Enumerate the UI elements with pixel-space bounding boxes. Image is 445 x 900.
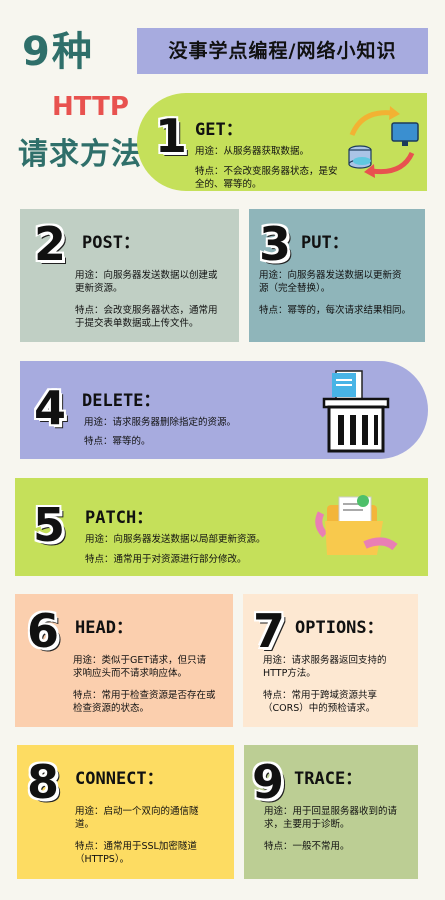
method-usage: 用途：向服务器发送数据以创建或 [75, 270, 218, 281]
method-name: HEAD： [75, 618, 133, 638]
trash-icon [322, 370, 390, 453]
method-number: 3 [259, 217, 292, 271]
method-feature: 全的、幂等的。 [195, 179, 262, 190]
method-feature: 特点：通常用于SSL加密隧道 [75, 841, 197, 852]
server-sync-icon [348, 106, 419, 178]
method-feature: 特点：幂等的。 [84, 436, 151, 447]
card-options: 7 OPTIONS： 用途：请求服务器返回支持的 HTTP方法。 特点：常用于跨… [243, 594, 418, 727]
method-feature: 特点：会改变服务器状态，通常用 [75, 305, 218, 316]
method-usage: 用途：从服务器获取数据。 [195, 146, 310, 157]
method-feature: 特点：一般不常用。 [264, 841, 350, 852]
method-name: OPTIONS： [295, 618, 384, 638]
method-feature: （CORS）中的预检请求。 [263, 703, 376, 714]
method-number: 6 [27, 604, 60, 658]
method-name: TRACE： [294, 769, 363, 789]
method-number: 9 [252, 755, 285, 809]
title-line-1: 9种 [22, 29, 94, 75]
method-name: DELETE： [82, 391, 161, 411]
title-line-3: 请求方法 [18, 137, 142, 172]
method-name: PATCH： [85, 508, 154, 528]
method-usage: 用途：向服务器发送数据以更新资 [259, 270, 402, 281]
method-usage: 源（完全替换）。 [259, 283, 331, 294]
card-get: 1 GET： 用途：从服务器获取数据。 特点：不会改变服务器状态，是安 全的、幂… [137, 93, 427, 191]
card-delete: 4 DELETE： 用途：请求服务器删除指定的资源。 特点：幂等的。 [20, 361, 428, 459]
method-name: PUT： [301, 233, 349, 253]
method-name: CONNECT： [75, 769, 164, 789]
method-feature: 特点：不会改变服务器状态，是安 [195, 166, 338, 177]
method-number: 4 [34, 381, 67, 435]
card-put: 3 PUT： 用途：向服务器发送数据以更新资 源（完全替换）。 特点：幂等的，每… [249, 209, 425, 342]
method-usage: 求，主要用于诊断。 [264, 819, 350, 830]
method-number: 5 [33, 498, 66, 552]
method-name: POST： [82, 233, 140, 253]
method-feature: 特点：常用于检查资源是否存在或 [73, 690, 216, 701]
card-patch: 5 PATCH： 用途：向服务器发送数据以局部更新资源。 特点：通常用于对资源进… [15, 478, 428, 576]
method-usage: 用途：请求服务器返回支持的 [263, 655, 387, 666]
method-feature: 于提交表单数据或上传文件。 [75, 318, 199, 329]
method-feature: 特点：常用于跨域资源共享 [263, 690, 378, 701]
card-connect: 8 CONNECT： 用途：启动一个双向的通信隧 道。 特点：通常用于SSL加密… [17, 745, 234, 879]
method-usage: 道。 [75, 819, 95, 830]
method-name: GET： [195, 120, 243, 140]
banner: 没事学点编程/网络小知识 [137, 28, 428, 74]
card-head: 6 HEAD： 用途：类似于GET请求，但只请 求响应头而不请求响应体。 特点：… [15, 594, 233, 727]
method-feature: 特点：幂等的，每次请求结果相同。 [259, 305, 412, 316]
method-feature: 检查资源的状态。 [73, 703, 150, 714]
card-post: 2 POST： 用途：向服务器发送数据以创建或 更新资源。 特点：会改变服务器状… [20, 209, 239, 342]
method-usage: 求响应头而不请求响应体。 [73, 668, 188, 679]
method-usage: 用途：向服务器发送数据以局部更新资源。 [85, 534, 266, 545]
method-usage: HTTP方法。 [263, 668, 316, 679]
method-feature: 特点：通常用于对资源进行部分修改。 [85, 554, 247, 565]
method-usage: 用途：启动一个双向的通信隧 [75, 806, 199, 817]
title-line-2: HTTP [52, 92, 129, 122]
folder-icon [315, 495, 398, 555]
method-usage: 用途：用于回显服务器收到的请 [264, 806, 398, 817]
card-trace: 9 TRACE： 用途：用于回显服务器收到的请 求，主要用于诊断。 特点：一般不… [244, 745, 418, 879]
method-number: 2 [34, 217, 67, 271]
method-usage: 用途：类似于GET请求，但只请 [73, 655, 207, 666]
method-number: 7 [253, 604, 286, 658]
method-usage: 更新资源。 [75, 283, 123, 294]
method-feature: （HTTPS）。 [75, 854, 130, 865]
method-number: 8 [27, 755, 60, 809]
method-usage: 用途：请求服务器删除指定的资源。 [84, 417, 237, 428]
method-number: 1 [155, 109, 188, 163]
